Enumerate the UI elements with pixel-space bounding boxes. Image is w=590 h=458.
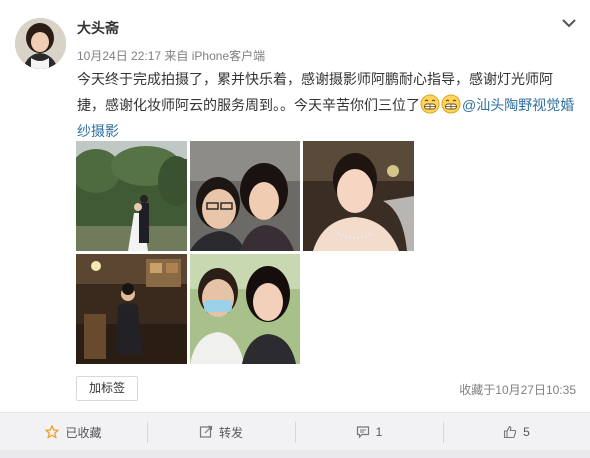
favorite-button[interactable]: 已收藏 (0, 413, 147, 451)
favorited-time: 收藏于10月27日10:35 (459, 383, 576, 397)
comment-button[interactable]: 1 (295, 413, 443, 451)
grin-emoji-icon (441, 94, 461, 114)
timestamp[interactable]: 10月24日 22:17 (77, 49, 161, 63)
avatar[interactable] (15, 18, 66, 69)
post-text: 今天终于完成拍摄了，累并快乐着，感谢摄影师阿鹏耐心指导，感谢灯光师阿捷，感谢化妆… (77, 66, 577, 144)
repost-button[interactable]: 转发 (147, 413, 295, 451)
thumbs-up-icon (504, 425, 517, 439)
favorite-label: 已收藏 (65, 425, 102, 440)
like-button[interactable]: 5 (443, 413, 590, 451)
source-prefix: 来自 (164, 49, 189, 63)
photo-bride-portrait[interactable] (303, 141, 414, 251)
post-meta: 10月24日 22:17 来自 iPhone客户端 (77, 47, 265, 64)
photo-selfie-couple[interactable] (190, 141, 300, 251)
repost-label: 转发 (218, 425, 243, 440)
grin-emoji-icon (420, 94, 440, 114)
source-client[interactable]: iPhone客户端 (192, 49, 265, 63)
feed-separator (0, 450, 590, 458)
star-icon (45, 425, 60, 439)
comment-icon (356, 426, 369, 439)
comment-count: 1 (375, 425, 383, 439)
photo-couple-garden[interactable] (76, 141, 187, 251)
action-bar: 已收藏 转发 1 5 (0, 412, 590, 450)
add-tag-button[interactable]: 加标签 (76, 376, 138, 401)
like-count: 5 (523, 425, 530, 439)
chevron-down-icon[interactable] (560, 14, 578, 32)
username[interactable]: 大头斋 (77, 18, 119, 38)
weibo-post-card: 大头斋 10月24日 22:17 来自 iPhone客户端 今天终于完成拍摄了，… (0, 0, 590, 412)
repost-icon (199, 425, 213, 438)
photo-man-seated[interactable] (76, 254, 187, 364)
photo-two-women[interactable] (190, 254, 300, 364)
